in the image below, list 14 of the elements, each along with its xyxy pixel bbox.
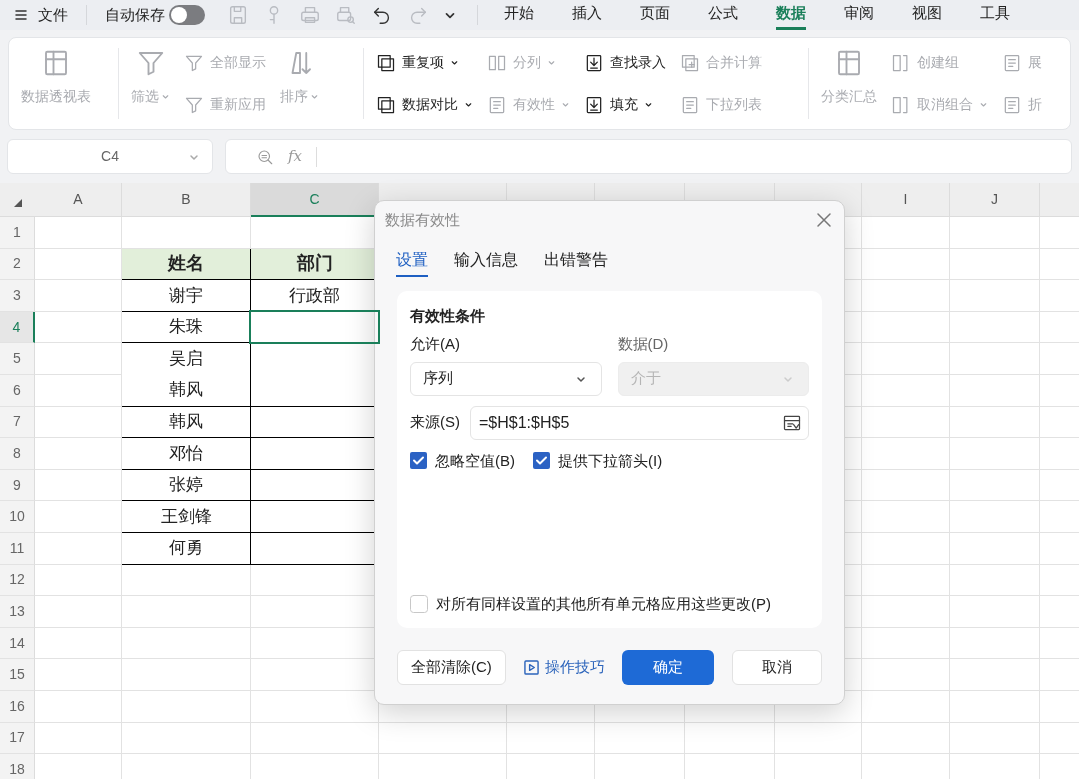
dialog-title: 数据有效性 — [385, 210, 460, 230]
section-title: 有效性条件 — [410, 305, 486, 326]
cell-text: 韩风 — [169, 379, 203, 402]
field-value: =$H$1:$H$5 — [479, 412, 570, 433]
cell-text: 吴启 — [169, 348, 203, 371]
field-label: 来源(S) — [410, 412, 460, 433]
autosave-label: 自动保存 — [105, 4, 165, 25]
field-label: 允许(A) — [410, 334, 461, 354]
dropdown-value: 序列 — [423, 368, 453, 389]
cell-reference: C4 — [101, 147, 119, 166]
header-cell: 姓名 — [121, 247, 251, 281]
field-label: 数据(D) — [617, 334, 670, 354]
dropdown-value: 介于 — [630, 368, 661, 389]
fx-label: fx — [288, 146, 302, 168]
